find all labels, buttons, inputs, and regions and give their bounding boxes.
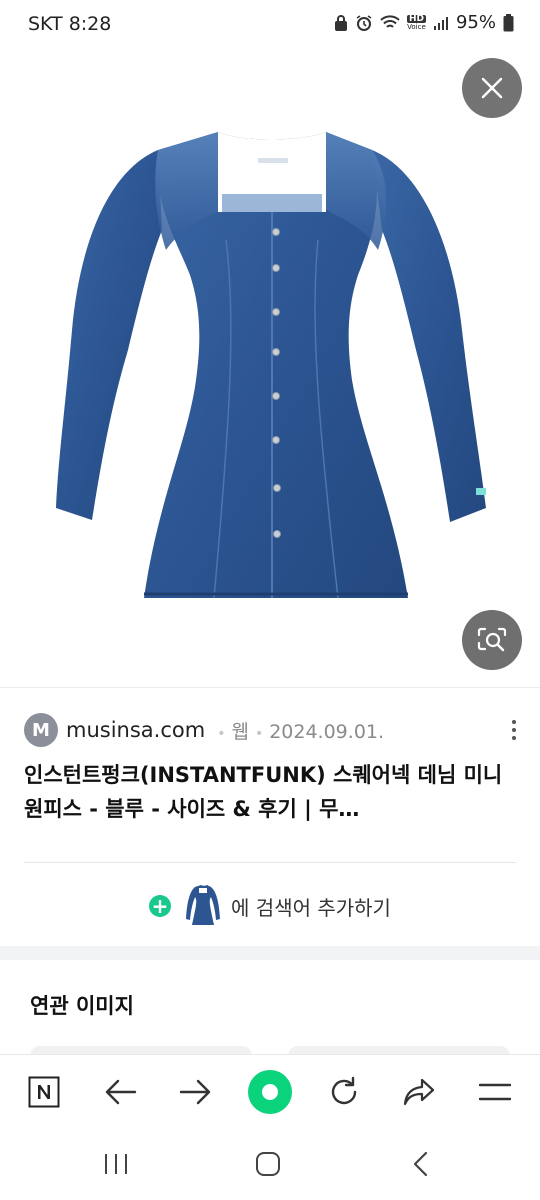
close-icon — [481, 77, 503, 99]
add-to-search-button[interactable]: + 에 검색어 추가하기 — [0, 882, 540, 930]
wifi-icon — [380, 14, 400, 28]
system-nav-bar — [0, 1128, 540, 1200]
close-button[interactable] — [462, 58, 522, 118]
more-options-button[interactable] — [500, 714, 528, 746]
refresh-button[interactable] — [321, 1069, 367, 1115]
site-favicon: M — [24, 713, 58, 747]
source-meta: • 웹 • 2024.09.01. — [211, 717, 384, 744]
source-row[interactable]: M musinsa.com • 웹 • 2024.09.01. — [24, 712, 384, 748]
site-name[interactable]: musinsa.com — [66, 718, 205, 742]
status-icons: HD Voice 95% — [334, 12, 514, 33]
signal-icon — [433, 16, 448, 30]
dress-thumbnail — [186, 885, 221, 925]
home-circle-icon — [256, 1152, 280, 1176]
arrow-right-icon — [179, 1079, 211, 1105]
result-date: 2024.09.01. — [269, 720, 385, 743]
forward-button[interactable] — [172, 1069, 218, 1115]
divider — [0, 687, 540, 688]
related-images-heading: 연관 이미지 — [30, 994, 134, 1018]
section-separator — [0, 946, 540, 960]
separator-dot: • — [217, 725, 226, 742]
product-image — [56, 132, 486, 599]
home-nav-button[interactable] — [248, 1146, 288, 1182]
green-dot-button[interactable] — [243, 1065, 297, 1119]
refresh-icon — [331, 1076, 357, 1105]
carrier-time: SKT 8:28 — [28, 13, 112, 35]
battery-icon — [503, 13, 514, 31]
divider — [24, 862, 516, 863]
recent-apps-icon — [105, 1154, 127, 1174]
image-search-icon — [477, 627, 507, 652]
naver-n-icon — [28, 1076, 60, 1108]
more-vertical-icon — [512, 720, 516, 724]
plus-icon: + — [149, 895, 172, 917]
result-title[interactable]: 인스턴트펑크(INSTANTFUNK) 스퀘어넥 데님 미니 원피스 - 블루 … — [24, 758, 514, 826]
menu-button[interactable] — [472, 1069, 518, 1115]
back-nav-button[interactable] — [400, 1146, 440, 1182]
recent-apps-button[interactable] — [96, 1146, 136, 1182]
menu-icon — [478, 1083, 512, 1101]
alarm-icon — [356, 14, 372, 31]
result-type: 웹 — [231, 720, 249, 743]
green-dot-icon — [248, 1070, 292, 1114]
home-button[interactable] — [21, 1069, 67, 1115]
battery-percent: 95% — [455, 12, 496, 33]
lock-icon — [334, 14, 347, 31]
browser-toolbar — [0, 1054, 540, 1129]
status-bar: SKT 8:28 HD Voice 95% — [0, 0, 540, 48]
hd-voice-badge: HD Voice — [406, 13, 426, 31]
share-icon — [403, 1078, 435, 1106]
separator-dot: • — [254, 725, 264, 742]
chevron-left-icon — [413, 1151, 428, 1177]
image-viewer[interactable] — [0, 48, 540, 688]
add-query-label: 에 검색어 추가하기 — [231, 895, 391, 920]
image-search-button[interactable] — [462, 610, 522, 670]
back-button[interactable] — [98, 1069, 144, 1115]
share-button[interactable] — [396, 1069, 442, 1115]
arrow-left-icon — [105, 1079, 137, 1105]
